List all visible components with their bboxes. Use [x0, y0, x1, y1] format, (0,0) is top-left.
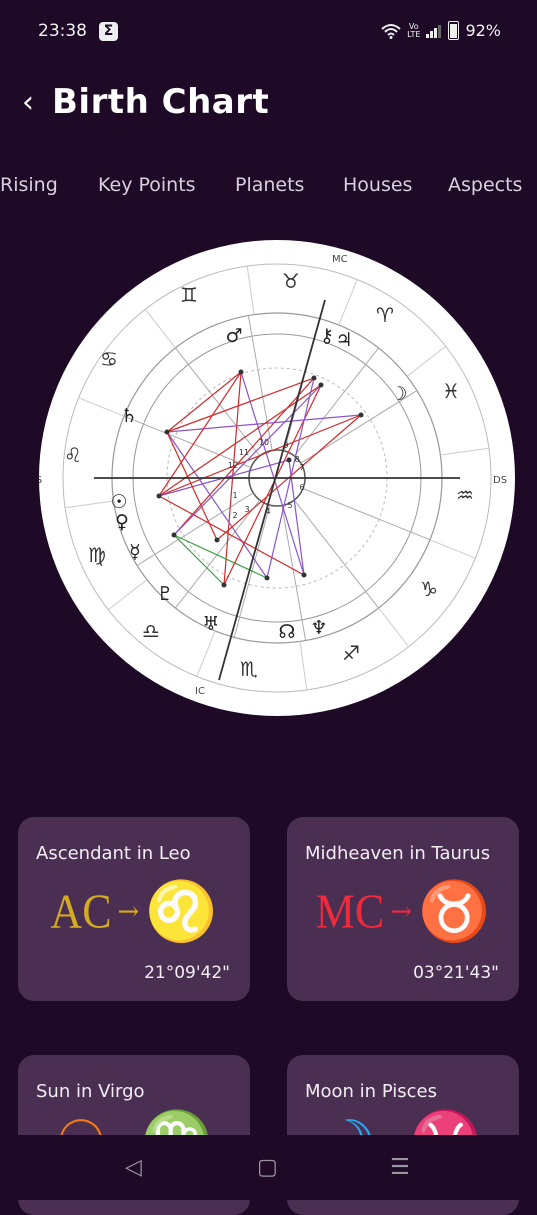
- tab-key-points[interactable]: Key Points: [98, 174, 196, 196]
- ascendant-degree: 21°09'42": [144, 963, 230, 983]
- zodiac-sign-icon: ♈: [376, 303, 394, 327]
- house-number: 4: [265, 507, 270, 516]
- planet-dot: [238, 369, 244, 375]
- page-title: Birth Chart: [52, 82, 270, 122]
- house-number: 1: [232, 491, 237, 500]
- tab-planets[interactable]: Planets: [235, 174, 304, 196]
- back-arrow-icon[interactable]: ‹: [22, 86, 34, 120]
- midheaven-abbr: MC: [315, 884, 385, 939]
- app-header: ‹ Birth Chart: [0, 80, 537, 130]
- ds-label: DS: [493, 475, 507, 486]
- wifi-icon: [381, 23, 401, 39]
- planet-icon: ♂: [225, 325, 242, 347]
- planet-icon: ☿: [129, 541, 141, 563]
- planet-icon: ♇: [156, 583, 173, 605]
- mc-label: MC: [332, 254, 348, 265]
- planet-icon: ☽: [390, 383, 407, 405]
- volte-icon: Vo LTE: [407, 21, 421, 39]
- house-number: 12: [228, 461, 238, 470]
- arrow-icon: →: [117, 896, 140, 927]
- planet-dot: [264, 575, 270, 581]
- zodiac-sign-icon: ♎: [142, 619, 160, 643]
- planet-dot: [318, 382, 324, 388]
- planet-dot: [221, 582, 227, 588]
- zodiac-sign-icon: ♍: [88, 543, 106, 567]
- planet-dot: [156, 493, 162, 499]
- planet-dot: [214, 537, 220, 543]
- planet-icon: ♃: [335, 329, 352, 351]
- zodiac-sign-icon: ♌: [64, 443, 82, 467]
- planet-dot: [286, 457, 292, 463]
- zodiac-sign-icon: ♓: [442, 379, 460, 403]
- planet-icon: ♅: [202, 613, 219, 635]
- tab-aspects[interactable]: Aspects: [448, 174, 522, 196]
- planet-icon: ☊: [279, 621, 296, 643]
- as-label: AS: [39, 475, 42, 486]
- zodiac-sign-icon: ♏: [240, 657, 258, 681]
- sun-card-title: Sun in Virgo: [36, 1081, 145, 1102]
- app-notification-icon: Σ: [99, 22, 118, 41]
- planet-dot: [311, 375, 317, 381]
- system-nav-bar: ◁ ▢ ☰: [0, 1135, 537, 1200]
- house-number: 11: [239, 448, 249, 457]
- zodiac-sign-icon: ♉: [282, 269, 300, 293]
- midheaven-symbols: MC → ♉: [287, 877, 519, 945]
- midheaven-card[interactable]: Midheaven in Taurus MC → ♉ 03°21'43": [287, 817, 519, 1001]
- ic-label: IC: [195, 686, 205, 697]
- zodiac-sign-icon: ♑: [420, 577, 438, 601]
- house-number: 6: [299, 483, 304, 492]
- planet-icon: ⚷: [320, 325, 334, 347]
- planet-dot: [301, 572, 307, 578]
- status-indicators: Vo LTE 92%: [381, 21, 501, 40]
- house-number: 9: [283, 441, 288, 450]
- birth-chart-wheel[interactable]: AS DS MC IC ♉♈♓♒♑♐♏♎♍♌♋♊ 123456789101112…: [39, 240, 515, 716]
- midheaven-degree: 03°21'43": [413, 963, 499, 983]
- planet-icon: ♄: [120, 405, 137, 427]
- planet-dot: [358, 412, 364, 418]
- zodiac-sign-icon: ♒: [456, 483, 474, 507]
- taurus-icon: ♉: [418, 877, 491, 945]
- zodiac-sign-icon: ♐: [342, 641, 360, 665]
- battery-percent: 92%: [465, 21, 501, 40]
- house-number: 3: [244, 505, 249, 514]
- house-number: 2: [232, 511, 237, 520]
- nav-recents-icon[interactable]: ☰: [390, 1155, 410, 1180]
- house-number: 5: [287, 501, 292, 510]
- nav-home-icon[interactable]: ▢: [257, 1155, 278, 1180]
- tab-bar: Rising Key Points Planets Houses Aspects: [0, 170, 537, 206]
- status-time: 23:38: [38, 21, 87, 41]
- status-bar: 23:38 Σ Vo LTE 92%: [0, 0, 537, 62]
- house-number: 8: [294, 455, 299, 464]
- battery-icon: [448, 21, 460, 40]
- planet-dot: [171, 532, 177, 538]
- tab-houses[interactable]: Houses: [343, 174, 412, 196]
- house-number: 7: [299, 463, 304, 472]
- nav-back-icon[interactable]: ◁: [125, 1155, 142, 1180]
- chart-svg: AS DS MC IC ♉♈♓♒♑♐♏♎♍♌♋♊ 123456789101112…: [39, 240, 515, 716]
- house-number: 10: [259, 438, 269, 447]
- ascendant-symbols: AC → ♌: [18, 877, 250, 945]
- ascendant-card-title: Ascendant in Leo: [36, 843, 191, 864]
- planet-icon: ♆: [310, 617, 327, 639]
- signal-icon: [426, 24, 442, 38]
- zodiac-sign-icon: ♋: [100, 347, 118, 371]
- tab-rising[interactable]: Rising: [0, 174, 58, 196]
- planet-icon: ☉: [110, 491, 127, 513]
- zodiac-sign-icon: ♊: [180, 283, 198, 307]
- planet-dot: [164, 429, 170, 435]
- midheaven-card-title: Midheaven in Taurus: [305, 843, 491, 864]
- moon-card-title: Moon in Pisces: [305, 1081, 438, 1102]
- planet-icon: ♀: [115, 511, 129, 533]
- leo-icon: ♌: [145, 877, 218, 945]
- ascendant-abbr: AC: [50, 884, 112, 939]
- arrow-icon: →: [390, 896, 413, 927]
- ascendant-card[interactable]: Ascendant in Leo AC → ♌ 21°09'42": [18, 817, 250, 1001]
